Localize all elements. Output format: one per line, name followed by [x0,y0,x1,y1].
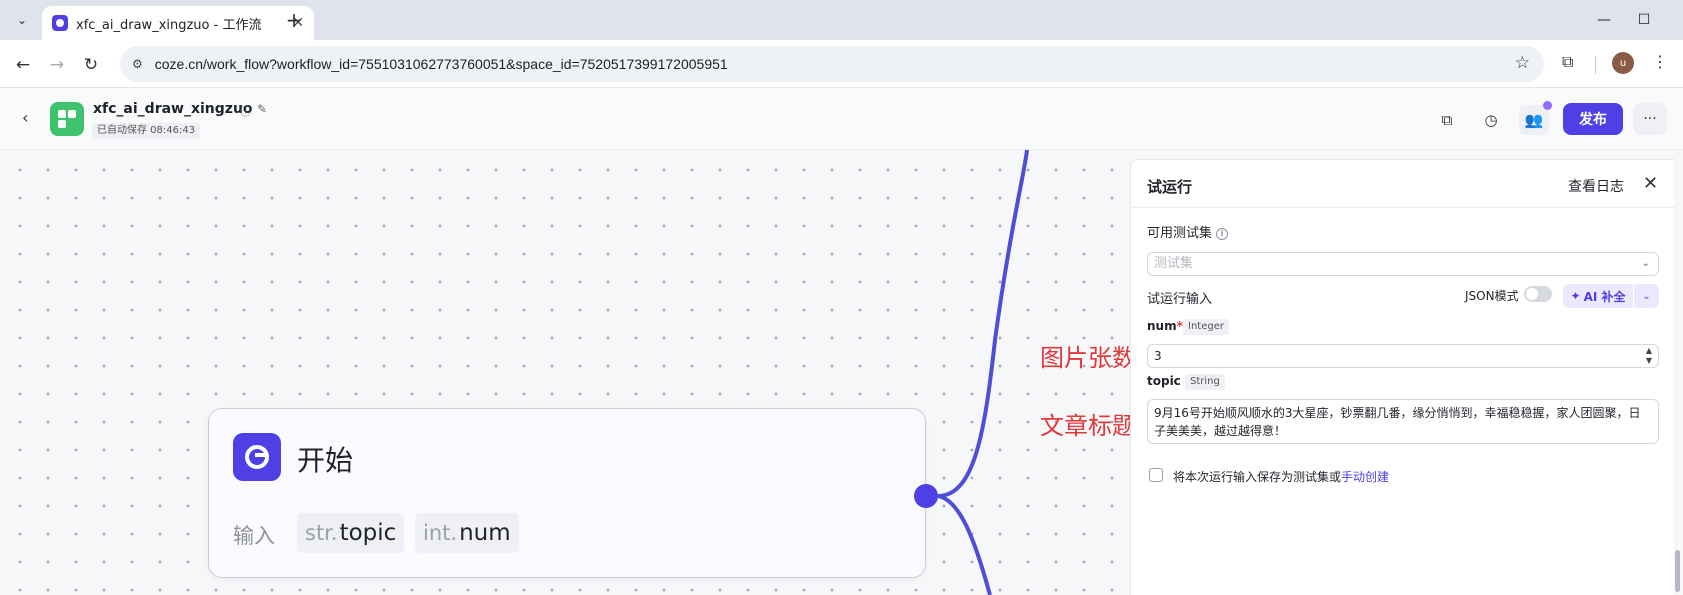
close-icon[interactable]: ✕ [1643,173,1658,194]
chevron-down-icon: ⌄ [1641,258,1650,269]
number-stepper-icon[interactable]: ▲ ▼ [1646,346,1652,366]
panel-title: 试运行 [1147,178,1193,196]
num-type-tag: Integer [1183,319,1229,335]
ai-fill-dropdown-chevron-icon[interactable]: ⌄ [1634,284,1659,308]
start-node-output-port[interactable] [914,484,938,508]
testset-label-row: 可用测试集 i [1147,222,1229,241]
ai-fill-label: AI 补全 [1583,289,1626,304]
start-node-icon [233,433,281,481]
panel-scrollbar[interactable] [1675,550,1680,592]
save-testset-label: 将本次运行输入保存为测试集或 [1173,470,1342,484]
edge-up [937,149,1029,498]
start-node-title: 开始 [297,444,354,477]
view-log-link[interactable]: 查看日志 [1568,176,1624,196]
sparkle-icon: ✦ [1570,289,1581,303]
info-icon[interactable]: i [1216,227,1229,240]
save-testset-text: 将本次运行输入保存为测试集或手动创建 [1173,468,1389,485]
ai-fill-button[interactable]: ✦ AI 补全 [1563,284,1633,308]
param-name: topic [339,520,397,546]
test-run-panel: 试运行 查看日志 ✕ 可用测试集 i 测试集 ⌄ 试运行输入 JSON模式 ✦ AI… [1130,159,1675,595]
manual-create-link[interactable]: 手动创建 [1341,470,1389,484]
param-chip-topic: str. topic [297,513,405,553]
json-mode-toggle[interactable] [1524,286,1552,302]
num-param-label: num* [1147,319,1183,333]
topic-param-name: topic [1147,374,1181,388]
edge-down [937,494,992,595]
topic-textarea[interactable]: 9月16号开始顺风顺水的3大星座，钞票翻几番，缘分悄悄到，幸福稳稳握，家人团圆聚… [1147,399,1659,444]
json-mode-label: JSON模式 [1465,289,1519,303]
testset-placeholder: 测试集 [1154,256,1194,271]
save-testset-checkbox[interactable] [1149,468,1163,482]
param-type: int. [423,521,458,545]
param-type: str. [305,521,338,545]
panel-divider [1131,207,1675,208]
start-node[interactable]: 开始 输入 str. topic int. num [208,408,926,578]
annotation-num: 图片张数 [1040,344,1136,372]
testset-select[interactable]: 测试集 ⌄ [1147,252,1659,276]
run-input-label: 试运行输入 [1147,292,1213,307]
testset-label: 可用测试集 [1147,226,1213,241]
num-input[interactable]: 3 ▲ ▼ [1147,344,1659,368]
num-param-name: num [1147,319,1177,333]
param-chip-num: int. num [415,513,519,553]
annotation-topic: 文章标题 [1040,412,1136,440]
topic-type-tag: String [1185,374,1225,390]
node-input-label: 输入 [233,524,275,548]
required-mark: * [1176,319,1183,333]
num-value: 3 [1154,349,1162,363]
param-name: num [459,520,511,546]
